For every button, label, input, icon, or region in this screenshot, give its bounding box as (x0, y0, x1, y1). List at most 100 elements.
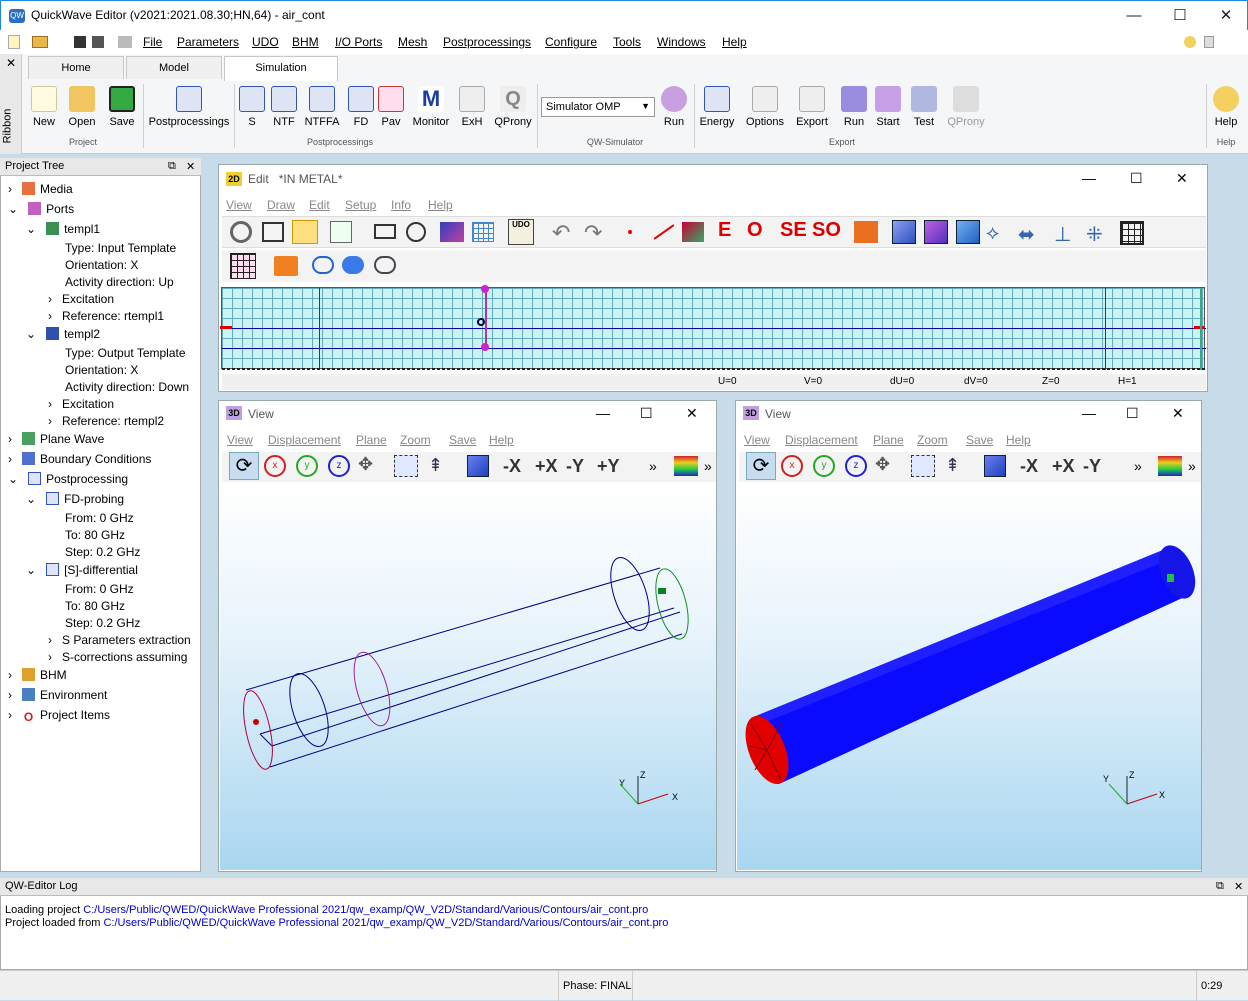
energy-button[interactable]: Energy (696, 84, 738, 140)
mesh-edit-icon[interactable] (230, 253, 256, 279)
ellipse-fill-icon[interactable] (342, 256, 364, 274)
menu-bhm[interactable]: BHM (292, 35, 319, 49)
udo-icon[interactable]: UDO (508, 219, 534, 245)
tool-so[interactable]: SO (812, 219, 841, 242)
simulator-select[interactable]: Simulator OMP ▼ (541, 97, 655, 117)
tree-project-items[interactable]: › O Project Items (8, 708, 110, 724)
new-file-icon[interactable] (8, 35, 20, 49)
edit-menu-view[interactable]: View (226, 198, 252, 212)
tree-reference[interactable]: › Reference: rtempl2 (48, 414, 164, 428)
circle-icon[interactable] (406, 222, 426, 242)
view1-maximize-button[interactable]: ☐ (640, 405, 653, 422)
flip-icon[interactable]: ⟡ (986, 222, 999, 245)
fit-icon[interactable]: ⇞ (945, 455, 960, 476)
view2-menu-zoom[interactable]: Zoom (917, 433, 948, 447)
cube-icon[interactable] (467, 455, 489, 477)
post-ntf-button[interactable]: NTF (266, 84, 302, 140)
tree-templ2[interactable]: ⌄ templ2 (26, 327, 100, 341)
sim-run-button[interactable]: Run (656, 84, 692, 140)
view2-close-button[interactable]: ✕ (1172, 405, 1184, 422)
edit-menu-edit[interactable]: Edit (309, 198, 330, 212)
view2-minimize-button[interactable]: — (1082, 405, 1096, 421)
edit-2d-canvas[interactable] (220, 285, 1206, 370)
view2-menu-displacement[interactable]: Displacement (785, 433, 858, 447)
more-button[interactable]: » (1188, 458, 1196, 474)
view1-close-button[interactable]: ✕ (686, 405, 698, 422)
move-icon[interactable]: ✥ (875, 454, 890, 475)
menu-configure[interactable]: Configure (545, 35, 597, 49)
tip-icon[interactable] (1184, 36, 1196, 48)
edit-minimize-button[interactable]: — (1082, 170, 1096, 186)
float-icon[interactable]: ⧉ (1216, 880, 1224, 893)
rotate-icon[interactable]: ⟳ (746, 452, 776, 480)
view1-menu-plane[interactable]: Plane (356, 433, 387, 447)
menu-parameters[interactable]: Parameters (177, 35, 239, 49)
menu-postprocessings[interactable]: Postprocessings (443, 35, 531, 49)
options-button[interactable]: Options (742, 84, 788, 140)
view1-menu-view[interactable]: View (227, 433, 253, 447)
tree-reference[interactable]: › Reference: rtempl1 (48, 309, 164, 323)
cube-view-icon[interactable] (892, 220, 916, 244)
tool-se[interactable]: SE (780, 219, 807, 242)
view-plus-x-button[interactable]: +X (1052, 456, 1075, 477)
zoom-region-icon[interactable] (394, 455, 418, 477)
post-exh-button[interactable]: ExH (454, 84, 490, 140)
menu-mesh[interactable]: Mesh (398, 35, 427, 49)
view-minus-x-button[interactable]: -X (503, 456, 521, 477)
view-plus-x-button[interactable]: +X (535, 456, 558, 477)
tab-home[interactable]: Home (28, 56, 124, 79)
menu-udo[interactable]: UDO (252, 35, 279, 49)
zoom-fit-icon[interactable] (262, 222, 284, 242)
post-s-button[interactable]: S (234, 84, 270, 140)
view-minus-y-button[interactable]: -Y (1083, 456, 1101, 477)
view2-menu-plane[interactable]: Plane (873, 433, 904, 447)
tool-o[interactable]: O (747, 219, 763, 242)
rotate-z-icon[interactable]: z (845, 455, 867, 477)
tree-s-differential[interactable]: ⌄ [S]-differential (26, 563, 138, 577)
edit-close-button[interactable]: ✕ (1176, 170, 1188, 187)
view1-menu-save[interactable]: Save (449, 433, 476, 447)
ellipse-icon[interactable] (312, 256, 334, 274)
redo-icon[interactable]: ↷ (584, 220, 602, 246)
rotate-y-icon[interactable]: y (296, 455, 318, 477)
save-icon[interactable] (74, 36, 86, 48)
view2-menu-help[interactable]: Help (1006, 433, 1031, 447)
cube-icon[interactable] (984, 455, 1006, 477)
edit-menu-info[interactable]: Info (391, 198, 411, 212)
menu-windows[interactable]: Windows (657, 35, 706, 49)
move-icon[interactable]: ✥ (358, 454, 373, 475)
color-scale-icon[interactable] (1158, 456, 1182, 476)
menu-tools[interactable]: Tools (613, 35, 641, 49)
rotate-icon[interactable]: ⟳ (229, 452, 259, 480)
cube-view-icon[interactable] (924, 220, 948, 244)
ellipse-outline-icon[interactable] (374, 256, 396, 274)
ribbon-close-icon[interactable]: ✕ (6, 56, 16, 70)
more-button[interactable]: » (649, 458, 657, 474)
mirror-icon[interactable]: ⬌ (1018, 222, 1035, 247)
post-pav-button[interactable]: Pav (374, 84, 408, 140)
log-close-icon[interactable]: ✕ (1234, 880, 1243, 893)
post-fd-button[interactable]: FD (344, 84, 378, 140)
save-all-icon[interactable] (92, 36, 104, 48)
view-plus-y-button[interactable]: +Y (597, 456, 620, 477)
save-button[interactable]: Save (100, 84, 144, 140)
tree-postprocessing[interactable]: ⌄ Postprocessing (8, 472, 128, 486)
fit-icon[interactable]: ⇞ (428, 455, 443, 476)
view2-menu-view[interactable]: View (744, 433, 770, 447)
tree-bhm[interactable]: › BHM (8, 668, 67, 682)
view1-menu-help[interactable]: Help (489, 433, 514, 447)
view1-canvas[interactable]: Y Z X (220, 484, 716, 870)
tree-boundary-conditions[interactable]: › Boundary Conditions (8, 452, 151, 466)
post-monitor-button[interactable]: M Monitor (408, 84, 454, 140)
layers-icon[interactable] (440, 222, 464, 242)
highlight-icon[interactable] (292, 220, 318, 244)
more-button[interactable]: » (1134, 458, 1142, 474)
tree-environment[interactable]: › Environment (8, 688, 107, 702)
view-minus-x-button[interactable]: -X (1020, 456, 1038, 477)
zoom-region-icon[interactable] (911, 455, 935, 477)
edit-menu-setup[interactable]: Setup (345, 198, 376, 212)
menu-io-ports[interactable]: I/O Ports (335, 35, 382, 49)
qprony-export-button[interactable]: QProny (942, 84, 990, 140)
view2-canvas[interactable]: Y Z X (737, 484, 1201, 870)
view2-maximize-button[interactable]: ☐ (1126, 405, 1139, 422)
